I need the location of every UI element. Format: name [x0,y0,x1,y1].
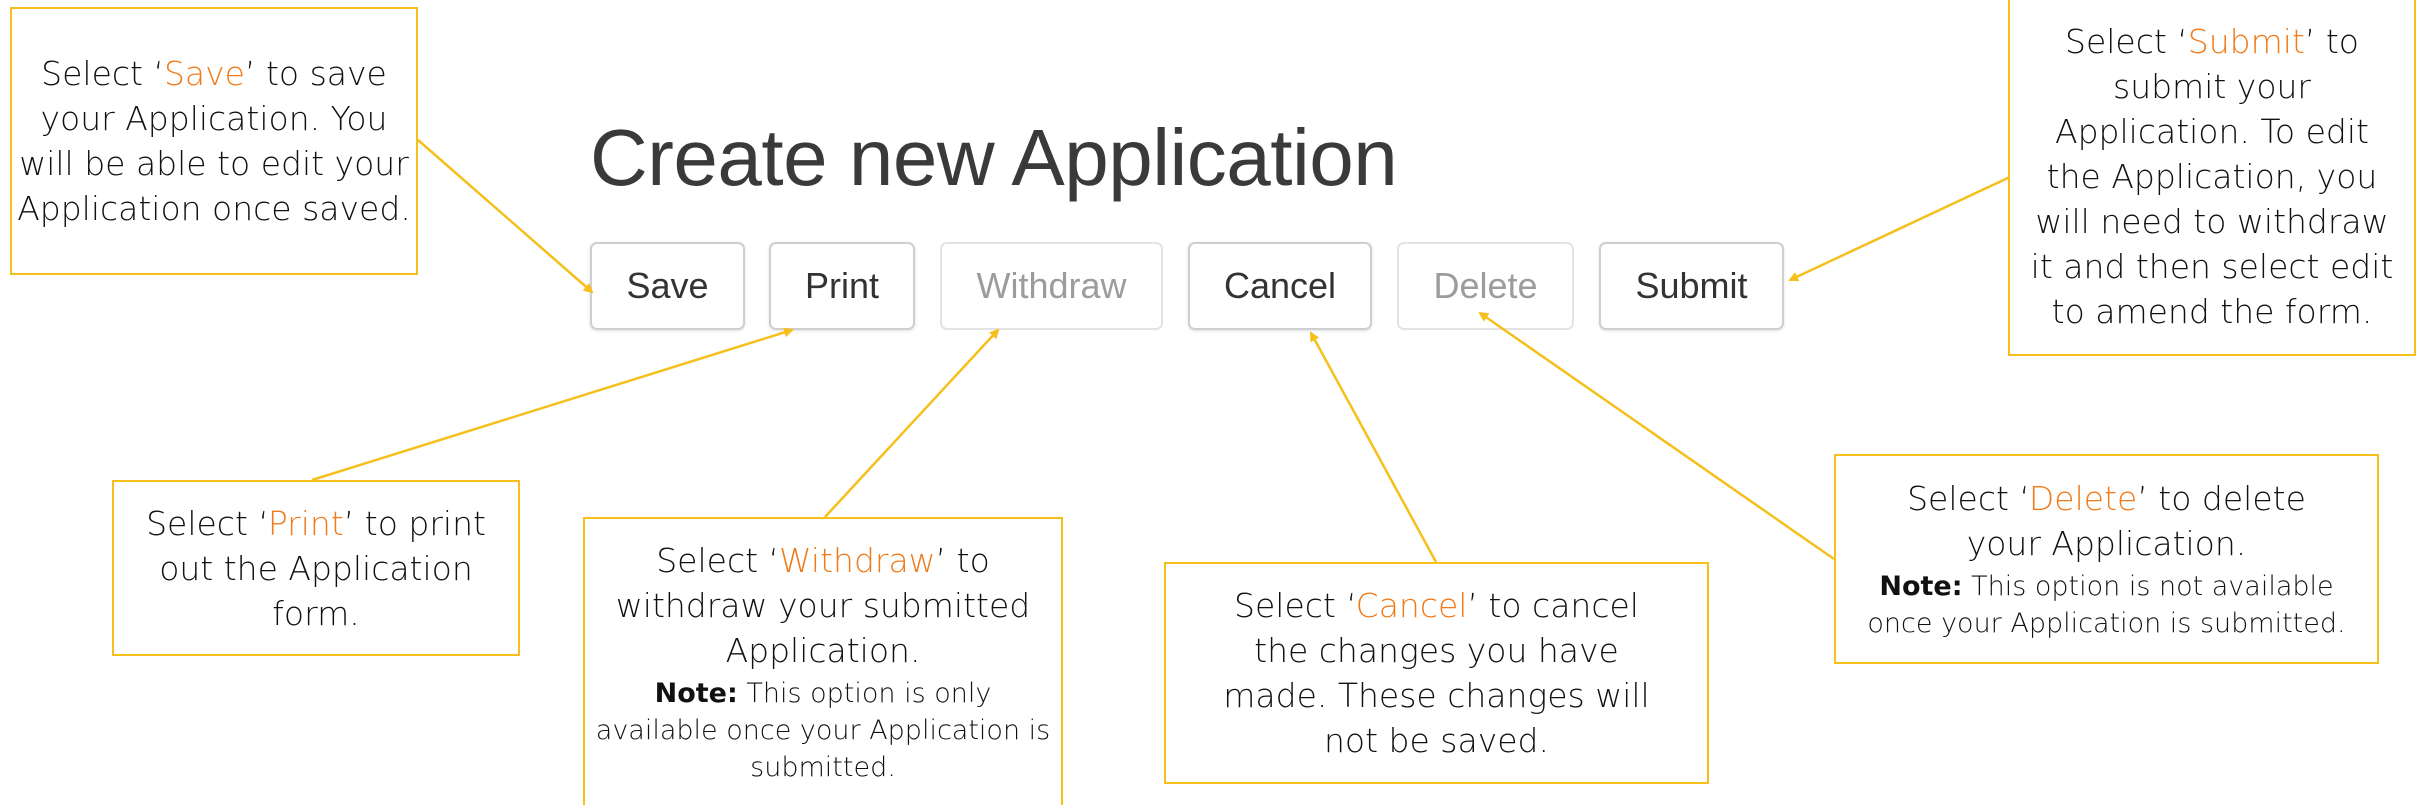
withdraw-arrow [824,328,1000,518]
submit-arrow [1788,175,2011,282]
cancel-callout: Select ‘Cancel’ to cancel the changes yo… [1164,562,1709,784]
print-callout-text: Select ‘Print’ to print out the Applicat… [146,503,486,633]
withdraw-callout: Select ‘Withdraw’ to withdraw your submi… [583,517,1063,805]
withdraw-button: Withdraw [940,242,1163,330]
delete-note: Note: This option is not available once … [1867,571,2346,639]
save-button[interactable]: Save [590,242,745,330]
delete-button: Delete [1397,242,1574,330]
print-button[interactable]: Print [769,242,915,330]
cancel-callout-text: Select ‘Cancel’ to cancel the changes yo… [1223,586,1650,760]
print-callout: Select ‘Print’ to print out the Applicat… [112,480,520,656]
submit-keyword: Submit [2187,21,2305,61]
submit-callout-text: Select ‘Submit’ to submit your Applicati… [2030,21,2394,331]
delete-arrow [1478,311,1835,561]
delete-keyword: Delete [2028,479,2138,518]
withdraw-note: Note: This option is only available once… [595,678,1051,783]
save-arrow [417,139,594,294]
print-keyword: Print [267,503,344,543]
cancel-button[interactable]: Cancel [1188,242,1372,330]
print-arrow [311,327,794,482]
withdraw-keyword: Withdraw [779,541,936,580]
delete-callout-text: Select ‘Delete’ to delete your Applicati… [1907,479,2306,563]
cancel-arrow [1309,331,1438,563]
page-title: Create new Application [590,113,1398,202]
save-callout-text: Select ‘Save’ to save your Application. … [17,54,411,228]
cancel-keyword: Cancel [1355,586,1468,625]
withdraw-callout-text: Select ‘Withdraw’ to withdraw your submi… [615,541,1031,670]
save-callout: Select ‘Save’ to save your Application. … [10,7,418,275]
submit-callout: Select ‘Submit’ to submit your Applicati… [2008,0,2416,356]
submit-button[interactable]: Submit [1599,242,1784,330]
save-keyword: Save [163,54,245,93]
delete-callout: Select ‘Delete’ to delete your Applicati… [1834,454,2379,664]
